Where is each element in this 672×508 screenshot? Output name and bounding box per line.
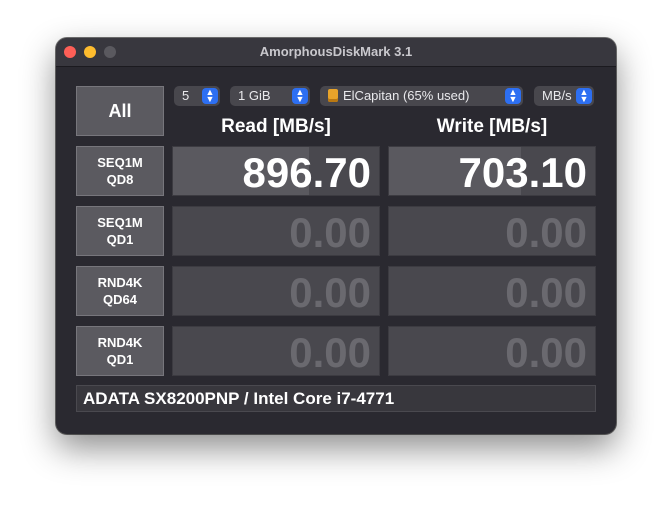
read-result-value: 0.00 (289, 329, 371, 376)
test-button-seq1m-qd8[interactable]: SEQ1M QD8 (76, 146, 164, 196)
test-label-line1: RND4K (97, 275, 143, 290)
test-label-line1: RND4K (97, 335, 143, 350)
read-result-cell: 0.00 (172, 206, 380, 256)
read-result-cell: 0.00 (172, 326, 380, 376)
write-result-cell: 0.00 (388, 206, 596, 256)
all-button[interactable]: All (76, 86, 164, 136)
write-result-value: 703.10 (458, 149, 587, 196)
chevron-up-down-icon: ▲ ▼ (505, 88, 521, 104)
test-size-value: 1 GiB (238, 88, 271, 103)
read-result-value: 0.00 (289, 209, 371, 256)
test-label-line1: SEQ1M (97, 215, 143, 230)
test-button-rnd4k-qd64[interactable]: RND4K QD64 (76, 266, 164, 316)
drive-select[interactable]: ElCapitan (65% used) ▲ ▼ (320, 86, 523, 106)
unit-select[interactable]: MB/s ▲ ▼ (534, 86, 594, 106)
test-button-rnd4k-qd1[interactable]: RND4K QD1 (76, 326, 164, 376)
app-window: AmorphousDiskMark 3.1 All 5 ▲ ▼ 1 GiB ▲ ▼ … (56, 38, 616, 434)
chevron-up-down-icon: ▲ ▼ (576, 88, 592, 104)
test-button-seq1m-qd1[interactable]: SEQ1M QD1 (76, 206, 164, 256)
drive-value: ElCapitan (65% used) (343, 88, 470, 103)
test-label-line2: QD64 (103, 292, 137, 307)
write-result-cell: 0.00 (388, 266, 596, 316)
comment-field[interactable]: ADATA SX8200PNP / Intel Core i7-4771 (76, 385, 596, 412)
test-label-line2: QD1 (106, 352, 134, 367)
test-size-select[interactable]: 1 GiB ▲ ▼ (230, 86, 310, 106)
write-result-cell: 0.00 (388, 326, 596, 376)
unit-value: MB/s (542, 88, 572, 103)
test-count-select[interactable]: 5 ▲ ▼ (174, 86, 220, 106)
title-bar[interactable]: AmorphousDiskMark 3.1 (56, 38, 616, 67)
write-result-value: 0.00 (505, 269, 587, 316)
window-title: AmorphousDiskMark 3.1 (259, 44, 413, 59)
write-result-cell: 703.10 (388, 146, 596, 196)
chevron-up-down-icon: ▲ ▼ (292, 88, 308, 104)
test-label-line1: SEQ1M (97, 155, 143, 170)
read-result-cell: 0.00 (172, 266, 380, 316)
test-label-line2: QD8 (106, 172, 134, 187)
write-result-value: 0.00 (505, 329, 587, 376)
write-column-header: Write [MB/s] (436, 116, 548, 137)
write-result-value: 0.00 (505, 209, 587, 256)
test-label-line2: QD1 (106, 232, 134, 247)
test-count-value: 5 (182, 88, 190, 103)
drive-icon (328, 89, 338, 102)
read-result-value: 896.70 (242, 149, 371, 196)
read-column-header: Read [MB/s] (221, 116, 331, 137)
read-result-value: 0.00 (289, 269, 371, 316)
chevron-up-down-icon: ▲ ▼ (202, 88, 218, 104)
read-result-cell: 896.70 (172, 146, 380, 196)
